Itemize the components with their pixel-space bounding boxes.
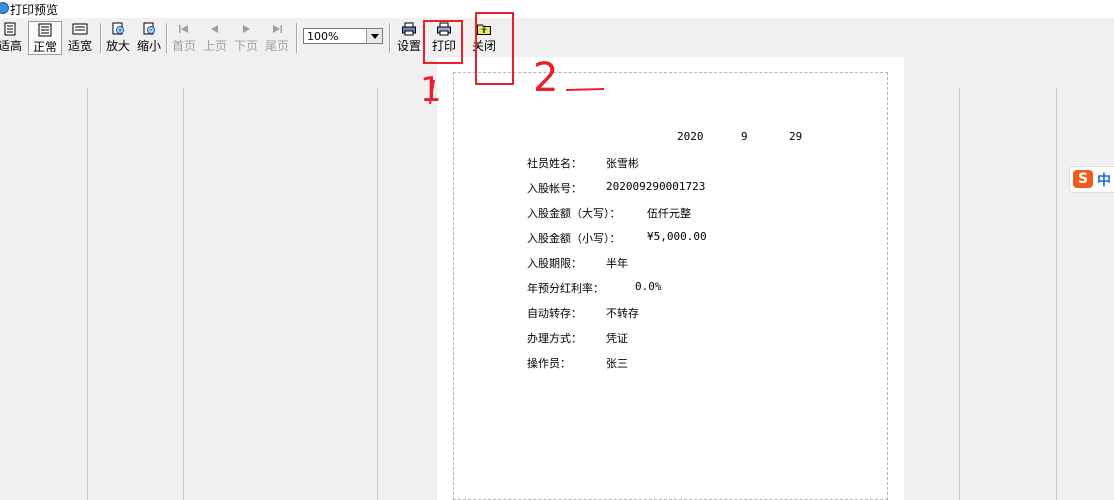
receipt-label: 入股金额（小写）： <box>527 232 621 245</box>
fit-height-label: 适高 <box>0 39 22 53</box>
zoom-out-label: 缩小 <box>136 39 161 53</box>
close-folder-icon <box>477 24 491 35</box>
toolbar-separator <box>100 23 102 53</box>
page-guide-line <box>183 88 184 500</box>
zoom-value: 100% <box>307 30 339 43</box>
print-settings-label: 设置 <box>396 39 421 53</box>
toolbar: 适高 正常 适宽 放大 缩小 首页 上页 下页 尾页 设置 打印 关闭 <box>0 18 1114 56</box>
window-title: 打印预览 <box>10 3 59 17</box>
normal-size-icon <box>38 23 52 37</box>
window-titlebar: 打印预览 <box>0 0 1114 18</box>
page-guide-line <box>87 88 88 500</box>
zoom-select[interactable]: 100% <box>303 28 383 44</box>
receipt-date-day: 29 <box>789 130 803 143</box>
receipt-value: 不转存 <box>606 307 639 320</box>
zoom-in-button[interactable]: 放大 <box>103 21 133 55</box>
receipt-date-month: 9 <box>741 130 748 143</box>
first-page-icon <box>179 25 188 33</box>
page-guide-line <box>377 88 378 500</box>
prev-page-label: 上页 <box>202 39 227 53</box>
prev-page-button[interactable]: 上页 <box>200 21 230 55</box>
fit-width-button[interactable]: 适宽 <box>63 21 97 55</box>
first-page-button[interactable]: 首页 <box>169 21 199 55</box>
receipt-label: 年预分红利率： <box>527 282 604 295</box>
zoom-out-icon <box>143 22 155 35</box>
receipt-label: 入股帐号： <box>527 182 582 195</box>
next-page-label: 下页 <box>233 39 258 53</box>
receipt-label: 自动转存： <box>527 307 582 320</box>
close-button[interactable]: 关闭 <box>467 21 501 55</box>
next-page-icon <box>243 25 250 33</box>
normal-size-button[interactable]: 正常 <box>28 21 62 55</box>
ime-language: 中 <box>1097 173 1111 189</box>
toolbar-separator <box>389 23 391 53</box>
next-page-button[interactable]: 下页 <box>231 21 261 55</box>
last-page-button[interactable]: 尾页 <box>262 21 292 55</box>
prev-page-icon <box>211 25 218 33</box>
receipt-value: 202009290001723 <box>606 180 706 193</box>
last-page-icon <box>273 25 282 33</box>
close-label: 关闭 <box>471 39 496 53</box>
page-guide-line <box>959 88 960 500</box>
first-page-label: 首页 <box>171 39 196 53</box>
page-guide-line <box>1056 88 1057 500</box>
print-settings-button[interactable]: 设置 <box>393 21 425 55</box>
receipt-date-year: 2020 <box>677 130 704 143</box>
toolbar-separator <box>166 23 168 53</box>
print-button[interactable]: 打印 <box>427 21 461 55</box>
receipt-value: ¥5,000.00 <box>647 230 707 243</box>
receipt-value: 张三 <box>606 357 628 370</box>
fit-width-icon <box>72 23 88 35</box>
zoom-in-icon <box>112 22 124 35</box>
fit-height-icon <box>4 22 16 36</box>
printable-area <box>453 72 888 500</box>
app-icon <box>0 2 9 14</box>
toolbar-separator <box>296 23 298 53</box>
receipt-label: 入股期限： <box>527 257 582 270</box>
receipt-label: 办理方式： <box>527 332 582 345</box>
print-label: 打印 <box>431 39 456 53</box>
receipt-value: 凭证 <box>606 332 628 345</box>
zoom-in-label: 放大 <box>105 39 130 53</box>
receipt-value: 伍仟元整 <box>647 207 691 220</box>
receipt-label: 操作员： <box>527 357 571 370</box>
zoom-out-button[interactable]: 缩小 <box>134 21 164 55</box>
sogou-logo-icon: S <box>1073 170 1093 188</box>
printer-icon <box>437 22 451 36</box>
chevron-down-icon[interactable] <box>366 29 382 43</box>
normal-size-label: 正常 <box>32 40 57 54</box>
settings-printer-icon <box>402 22 416 36</box>
receipt-value: 张雪彬 <box>606 157 639 170</box>
fit-width-label: 适宽 <box>67 39 92 53</box>
receipt-value: 0.0% <box>635 280 662 293</box>
ime-indicator[interactable]: S 中 <box>1069 166 1114 193</box>
receipt-label: 社员姓名： <box>527 157 582 170</box>
receipt-value: 半年 <box>606 257 628 270</box>
receipt-label: 入股金额（大写）： <box>527 207 621 220</box>
last-page-label: 尾页 <box>264 39 289 53</box>
fit-height-button[interactable]: 适高 <box>0 21 24 55</box>
